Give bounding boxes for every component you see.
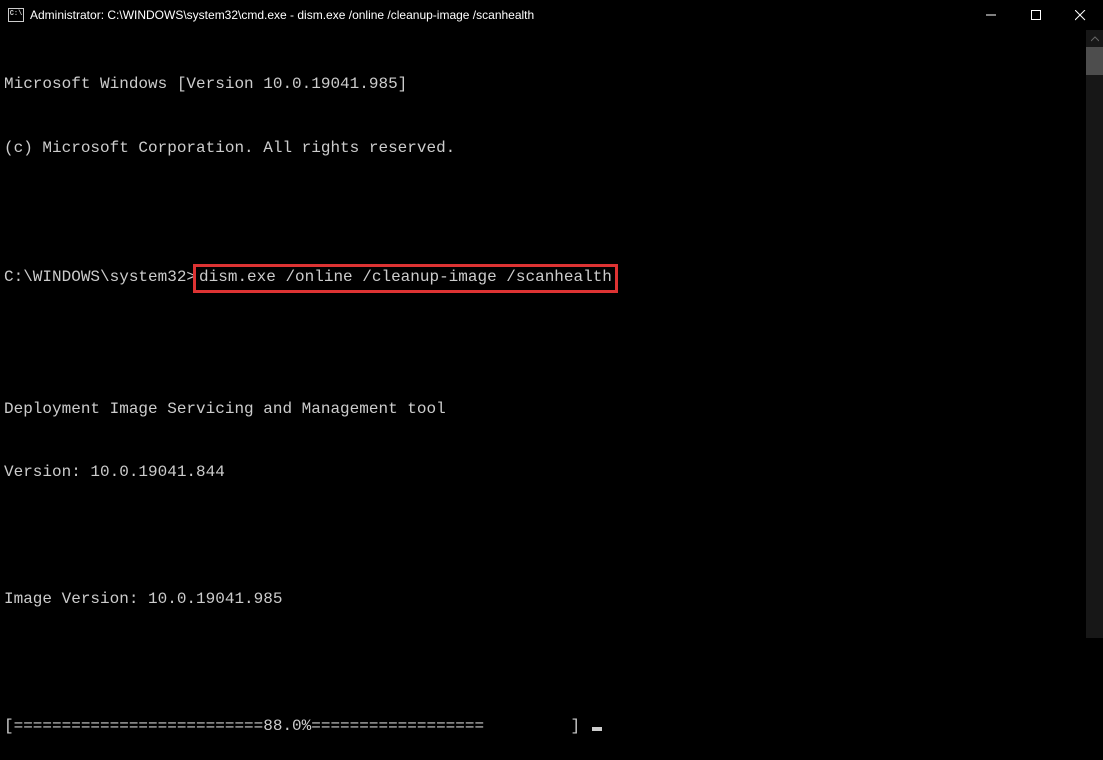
minimize-button[interactable] bbox=[968, 0, 1013, 30]
command-highlight: dism.exe /online /cleanup-image /scanhea… bbox=[193, 264, 618, 293]
terminal-output[interactable]: Microsoft Windows [Version 10.0.19041.98… bbox=[0, 30, 1103, 760]
blank-line bbox=[4, 201, 1099, 222]
window-title: Administrator: C:\WINDOWS\system32\cmd.e… bbox=[30, 8, 968, 22]
window-controls bbox=[968, 0, 1103, 29]
cmd-icon: C:\ bbox=[8, 8, 24, 22]
window-titlebar[interactable]: C:\ Administrator: C:\WINDOWS\system32\c… bbox=[0, 0, 1103, 30]
close-icon bbox=[1075, 10, 1086, 21]
maximize-icon bbox=[1031, 10, 1041, 20]
maximize-button[interactable] bbox=[1013, 0, 1058, 30]
close-button[interactable] bbox=[1058, 0, 1103, 30]
cursor bbox=[592, 727, 602, 731]
prompt-prefix: C:\WINDOWS\system32> bbox=[4, 268, 196, 286]
minimize-icon bbox=[986, 10, 996, 20]
chevron-up-icon bbox=[1091, 36, 1099, 42]
command-text: dism.exe /online /cleanup-image /scanhea… bbox=[199, 268, 612, 286]
tool-name-line: Deployment Image Servicing and Managemen… bbox=[4, 399, 1099, 420]
scroll-up-button[interactable] bbox=[1086, 30, 1103, 47]
blank-line bbox=[4, 336, 1099, 357]
scrollbar[interactable] bbox=[1086, 30, 1103, 638]
prompt-line: C:\WINDOWS\system32>dism.exe /online /cl… bbox=[4, 264, 1099, 293]
version-line: Microsoft Windows [Version 10.0.19041.98… bbox=[4, 74, 1099, 95]
progress-text: [==========================88.0%========… bbox=[4, 717, 590, 735]
copyright-line: (c) Microsoft Corporation. All rights re… bbox=[4, 138, 1099, 159]
tool-version-line: Version: 10.0.19041.844 bbox=[4, 462, 1099, 483]
blank-line bbox=[4, 652, 1099, 673]
progress-line: [==========================88.0%========… bbox=[4, 716, 1099, 737]
scrollbar-thumb[interactable] bbox=[1086, 47, 1103, 75]
image-version-line: Image Version: 10.0.19041.985 bbox=[4, 589, 1099, 610]
blank-line bbox=[4, 526, 1099, 547]
